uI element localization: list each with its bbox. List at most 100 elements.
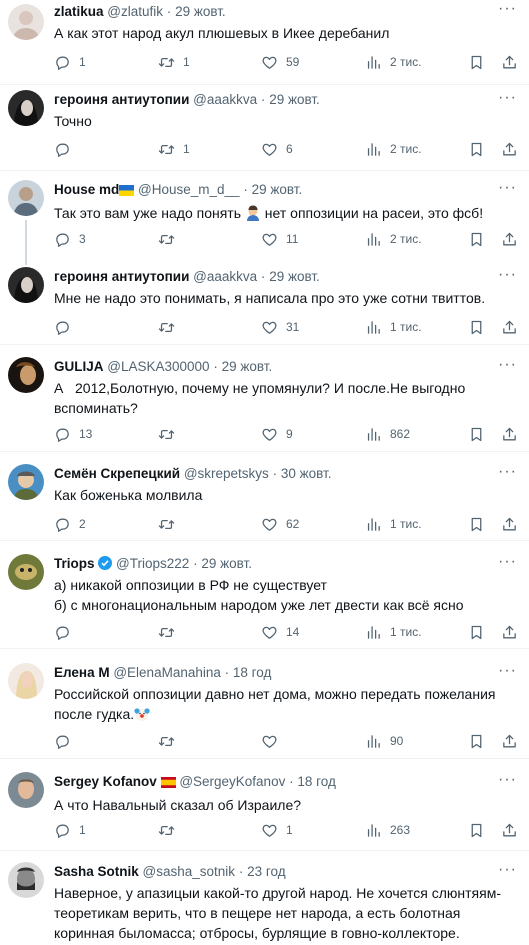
bookmark-button[interactable]: [468, 317, 485, 337]
retweet-button[interactable]: [158, 424, 183, 444]
user-handle[interactable]: @SergeyKofanov: [179, 774, 285, 789]
reply-button[interactable]: 3: [54, 229, 86, 249]
avatar[interactable]: [8, 4, 44, 40]
user-handle[interactable]: @House_m_d__: [138, 182, 240, 197]
user-handle[interactable]: @aaakkva: [193, 92, 257, 107]
reply-button[interactable]: 1: [54, 820, 86, 840]
tweet[interactable]: zlatikua @zlatufik · 29 жовт. А как этот…: [0, 0, 529, 85]
share-button[interactable]: [501, 731, 518, 751]
retweet-button[interactable]: [158, 731, 183, 751]
timestamp[interactable]: 29 жовт.: [201, 556, 252, 571]
share-button[interactable]: [501, 514, 518, 534]
display-name[interactable]: Sergey Kofanov: [54, 774, 157, 789]
bookmark-button[interactable]: [468, 139, 485, 159]
timestamp[interactable]: 18 год: [233, 665, 271, 680]
share-button[interactable]: [501, 52, 518, 72]
tweet[interactable]: героиня антиутопии @aaakkva · 29 жовт. Т…: [0, 85, 529, 171]
like-button[interactable]: 9: [261, 424, 293, 444]
share-button[interactable]: [501, 820, 518, 840]
user-handle[interactable]: @skrepetskys: [184, 466, 269, 481]
like-button[interactable]: 11: [261, 229, 298, 249]
avatar[interactable]: [8, 862, 44, 898]
display-name[interactable]: Sasha Sotnik: [54, 864, 139, 879]
retweet-button[interactable]: [158, 317, 183, 337]
views-button[interactable]: 2 тис.: [365, 52, 422, 72]
timestamp[interactable]: 18 год: [297, 774, 335, 789]
display-name[interactable]: героиня антиутопии: [54, 92, 189, 107]
reply-button[interactable]: [54, 317, 79, 337]
tweet[interactable]: Семён Скрепецкий @skrepetskys · 30 жовт.…: [0, 452, 529, 541]
bookmark-button[interactable]: [468, 731, 485, 751]
like-button[interactable]: 14: [261, 622, 299, 642]
bookmark-button[interactable]: [468, 820, 485, 840]
avatar[interactable]: [8, 357, 44, 393]
avatar[interactable]: [8, 180, 44, 216]
avatar[interactable]: [8, 772, 44, 808]
tweet[interactable]: House md @House_m_d__ · 29 жовт. Так это…: [0, 171, 529, 259]
more-icon[interactable]: ···: [498, 356, 517, 374]
views-button[interactable]: 263: [365, 820, 410, 840]
display-name[interactable]: героиня антиутопии: [54, 269, 189, 284]
avatar[interactable]: [8, 267, 44, 303]
more-icon[interactable]: ···: [498, 771, 517, 789]
views-button[interactable]: 2 тис.: [365, 139, 422, 159]
avatar[interactable]: [8, 90, 44, 126]
display-name[interactable]: zlatikua: [54, 4, 104, 19]
more-icon[interactable]: ···: [498, 463, 517, 481]
user-handle[interactable]: @zlatufik: [107, 4, 163, 19]
timestamp[interactable]: 29 жовт.: [222, 359, 273, 374]
more-icon[interactable]: ···: [498, 662, 517, 680]
timestamp[interactable]: 29 жовт.: [252, 182, 303, 197]
retweet-button[interactable]: [158, 514, 183, 534]
timestamp[interactable]: 29 жовт.: [269, 92, 320, 107]
tweet[interactable]: GULIJA @LASKA300000 · 29 жовт. А 2012,Бо…: [0, 345, 529, 452]
share-button[interactable]: [501, 229, 518, 249]
like-button[interactable]: 1: [261, 820, 293, 840]
user-handle[interactable]: @ElenaManahina: [113, 665, 221, 680]
share-button[interactable]: [501, 622, 518, 642]
retweet-button[interactable]: [158, 622, 183, 642]
bookmark-button[interactable]: [468, 52, 485, 72]
display-name[interactable]: Елена М: [54, 665, 110, 680]
like-button[interactable]: 31: [261, 317, 299, 337]
like-button[interactable]: 59: [261, 52, 299, 72]
more-icon[interactable]: ···: [498, 553, 517, 571]
more-icon[interactable]: ···: [498, 179, 517, 197]
reply-button[interactable]: [54, 731, 79, 751]
bookmark-button[interactable]: [468, 514, 485, 534]
bookmark-button[interactable]: [468, 229, 485, 249]
display-name[interactable]: Triops: [54, 556, 95, 571]
display-name[interactable]: Семён Скрепецкий: [54, 466, 180, 481]
user-handle[interactable]: @aaakkva: [193, 269, 257, 284]
tweet[interactable]: Sasha Sotnik @sasha_sotnik · 23 год Наве…: [0, 851, 529, 945]
tweet[interactable]: героиня антиутопии @aaakkva · 29 жовт. М…: [0, 259, 529, 345]
reply-button[interactable]: 2: [54, 514, 86, 534]
timestamp[interactable]: 29 жовт.: [269, 269, 320, 284]
views-button[interactable]: 1 тис.: [365, 514, 422, 534]
more-icon[interactable]: ···: [498, 861, 517, 879]
reply-button[interactable]: [54, 139, 79, 159]
views-button[interactable]: 2 тис.: [365, 229, 422, 249]
more-icon[interactable]: ···: [498, 266, 517, 284]
avatar[interactable]: [8, 464, 44, 500]
bookmark-button[interactable]: [468, 622, 485, 642]
bookmark-button[interactable]: [468, 424, 485, 444]
avatar[interactable]: [8, 663, 44, 699]
more-icon[interactable]: ···: [498, 0, 517, 18]
retweet-button[interactable]: 1: [158, 139, 190, 159]
timestamp[interactable]: 23 год: [247, 864, 285, 879]
share-button[interactable]: [501, 317, 518, 337]
timestamp[interactable]: 30 жовт.: [281, 466, 332, 481]
display-name[interactable]: House md: [54, 182, 119, 197]
avatar[interactable]: [8, 554, 44, 590]
tweet[interactable]: Triops @Triops222 · 29 жовт. а) никакой …: [0, 541, 529, 649]
share-button[interactable]: [501, 424, 518, 444]
reply-button[interactable]: 1: [54, 52, 86, 72]
share-button[interactable]: [501, 139, 518, 159]
like-button[interactable]: 6: [261, 139, 293, 159]
user-handle[interactable]: @LASKA300000: [107, 359, 209, 374]
like-button[interactable]: 62: [261, 514, 299, 534]
like-button[interactable]: [261, 731, 286, 751]
retweet-button[interactable]: [158, 229, 183, 249]
user-handle[interactable]: @sasha_sotnik: [143, 864, 236, 879]
